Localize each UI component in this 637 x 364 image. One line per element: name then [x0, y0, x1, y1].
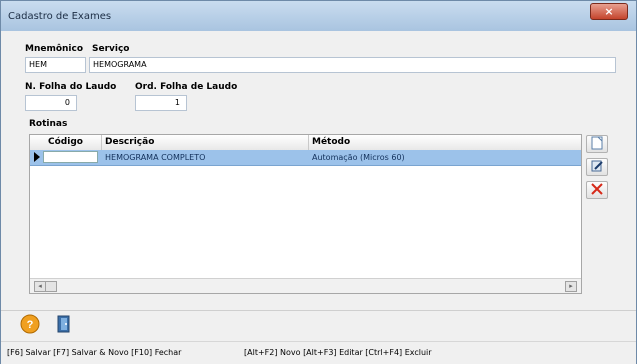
table-row[interactable]: HEMOGRAMA COMPLETO Automação (Micros 60)	[30, 150, 581, 166]
new-icon	[591, 136, 603, 150]
column-separator[interactable]	[101, 135, 102, 150]
column-header-codigo[interactable]: Código	[48, 137, 83, 147]
row-indicator-icon	[34, 152, 40, 162]
rotinas-grid: Código Descrição Método HEMOGRAMA COMPLE…	[29, 134, 582, 294]
exit-door-icon	[57, 315, 70, 333]
folha-field[interactable]: 0	[25, 95, 77, 111]
close-button[interactable]: ×	[590, 3, 628, 20]
delete-rotina-button[interactable]	[586, 181, 608, 199]
servico-label: Serviço	[92, 44, 130, 54]
column-header-metodo[interactable]: Método	[312, 137, 350, 147]
column-separator[interactable]	[308, 135, 309, 150]
svg-text:?: ?	[27, 319, 34, 331]
title-bar: Cadastro de Exames ×	[1, 1, 636, 31]
horizontal-scrollbar[interactable]: ◂ ▸	[30, 278, 581, 293]
metodo-cell: Automação (Micros 60)	[312, 153, 405, 162]
divider	[1, 310, 636, 311]
scroll-right-icon[interactable]: ▸	[565, 281, 577, 292]
window: Cadastro de Exames × Mnemônico Serviço H…	[0, 0, 637, 364]
ord-folha-field[interactable]: 1	[135, 95, 187, 111]
edit-icon	[591, 160, 603, 172]
column-header-descricao[interactable]: Descrição	[105, 137, 154, 147]
window-title: Cadastro de Exames	[8, 11, 112, 22]
codigo-cell[interactable]	[43, 151, 98, 163]
mnemonico-field[interactable]: HEM	[25, 57, 86, 73]
new-rotina-button[interactable]	[586, 135, 608, 153]
scroll-thumb[interactable]	[45, 281, 57, 292]
servico-field[interactable]: HEMOGRAMA	[89, 57, 616, 73]
mnemonico-label: Mnemônico	[25, 44, 84, 54]
delete-icon	[591, 183, 603, 195]
help-icon: ?	[20, 314, 40, 334]
folha-label: N. Folha do Laudo	[25, 82, 117, 92]
help-button[interactable]: ?	[19, 313, 41, 335]
status-bar: [F6] Salvar [F7] Salvar & Novo [F10] Fec…	[1, 341, 636, 364]
status-shortcuts-right: [Alt+F2] Novo [Alt+F3] Editar [Ctrl+F4] …	[244, 348, 432, 357]
status-shortcuts-left: [F6] Salvar [F7] Salvar & Novo [F10] Fec…	[7, 348, 182, 357]
ord-folha-label: Ord. Folha de Laudo	[135, 82, 238, 92]
rotinas-label: Rotinas	[29, 119, 68, 129]
exit-button[interactable]	[53, 313, 75, 335]
descricao-cell: HEMOGRAMA COMPLETO	[105, 153, 206, 162]
grid-header: Código Descrição Método	[30, 135, 581, 151]
edit-rotina-button[interactable]	[586, 158, 608, 176]
